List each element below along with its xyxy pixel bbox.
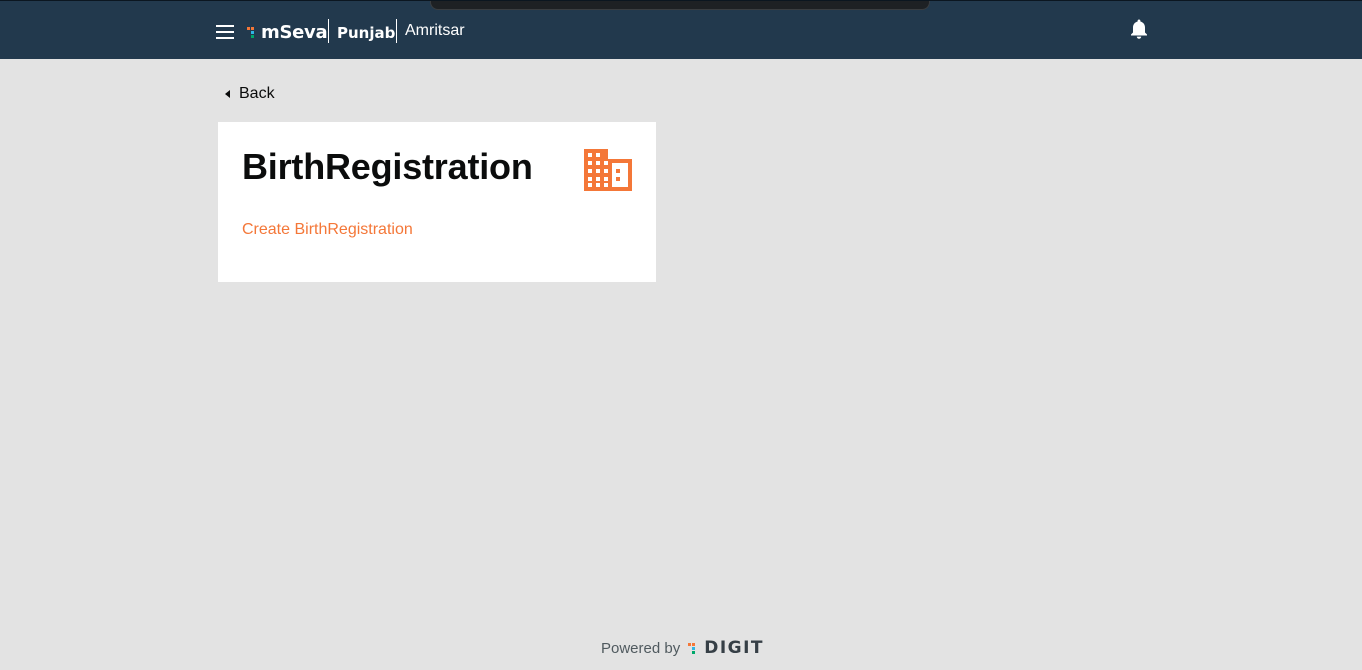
- header-divider: [328, 19, 329, 43]
- city-selector[interactable]: Amritsar: [405, 22, 465, 40]
- back-button[interactable]: Back: [222, 84, 275, 104]
- header-divider: [396, 19, 397, 43]
- screen-notch: [430, 1, 930, 10]
- create-birthregistration-link[interactable]: Create BirthRegistration: [242, 221, 413, 239]
- back-arrow-icon: [225, 90, 230, 98]
- back-label: Back: [239, 85, 275, 102]
- bell-icon[interactable]: [1129, 18, 1149, 40]
- powered-by-text: Powered by: [601, 639, 681, 657]
- building-icon: [584, 149, 632, 191]
- mseva-logo: mSeva: [247, 21, 328, 43]
- hamburger-menu-icon[interactable]: [216, 25, 234, 39]
- module-card: BirthRegistration Create BirthRegistrati…: [218, 122, 656, 282]
- state-label: Punjab: [337, 24, 396, 42]
- digit-brand: DIGIT: [704, 638, 765, 658]
- card-title: BirthRegistration: [242, 146, 533, 187]
- digit-logo-dots-icon: [688, 641, 700, 655]
- mseva-logo-dots-icon: [247, 25, 259, 39]
- footer: Powered by DIGIT: [601, 637, 764, 659]
- top-header-bar: mSeva Punjab Amritsar: [0, 0, 1362, 59]
- logo-text: mSeva: [261, 21, 328, 43]
